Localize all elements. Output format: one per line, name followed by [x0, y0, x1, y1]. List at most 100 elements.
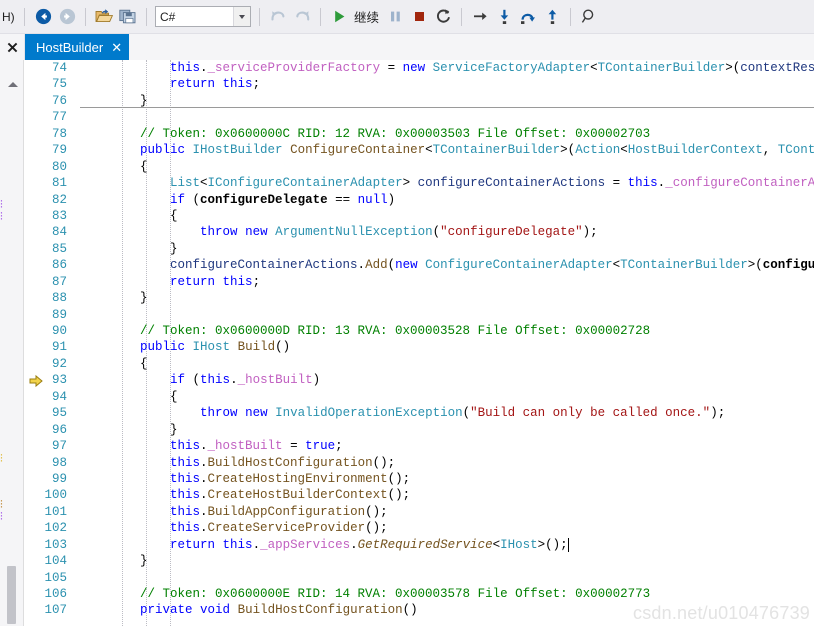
code-line-text[interactable]: this.CreateHostingEnvironment();: [80, 471, 410, 487]
code-line[interactable]: 102 this.CreateServiceProvider();: [25, 520, 814, 536]
code-line[interactable]: 81 List<IConfigureContainerAdapter> conf…: [25, 175, 814, 191]
code-line[interactable]: 103 return this._appServices.GetRequired…: [25, 537, 814, 553]
code-line[interactable]: 75 return this;: [25, 76, 814, 92]
code-line-text[interactable]: throw new InvalidOperationException("Bui…: [80, 405, 725, 421]
code-line-text[interactable]: throw new ArgumentNullException("configu…: [80, 224, 598, 240]
code-line[interactable]: 84 throw new ArgumentNullException("conf…: [25, 224, 814, 240]
code-line[interactable]: 86 configureContainerActions.Add(new Con…: [25, 257, 814, 273]
code-line-text[interactable]: List<IConfigureContainerAdapter> configu…: [80, 175, 814, 191]
code-line-text[interactable]: return this;: [80, 274, 260, 290]
undo-button[interactable]: [266, 5, 290, 29]
code-line[interactable]: 96 }: [25, 422, 814, 438]
tab-hostbuilder[interactable]: HostBuilder ✕: [25, 34, 130, 60]
code-line[interactable]: 80 {: [25, 159, 814, 175]
code-token: .: [252, 537, 261, 552]
code-line-text[interactable]: this.BuildAppConfiguration();: [80, 504, 388, 520]
code-line[interactable]: 99 this.CreateHostingEnvironment();: [25, 471, 814, 487]
code-line[interactable]: 98 this.BuildHostConfiguration();: [25, 455, 814, 471]
code-token: (: [185, 192, 201, 207]
code-line-text[interactable]: {: [80, 389, 178, 405]
code-line[interactable]: 89: [25, 307, 814, 323]
left-dock-panel[interactable]: ⫶ ⫶ ⫶ ⫶ ⫶: [0, 60, 24, 626]
code-token: (: [755, 258, 763, 273]
code-token: IHost: [500, 537, 538, 552]
code-line[interactable]: 94 {: [25, 389, 814, 405]
code-line[interactable]: 85 }: [25, 241, 814, 257]
continue-label[interactable]: 继续: [351, 7, 383, 26]
code-line-text[interactable]: }: [80, 241, 178, 257]
step-out-button[interactable]: [540, 5, 564, 29]
open-file-button[interactable]: [92, 5, 116, 29]
code-line-text[interactable]: }: [80, 290, 148, 306]
collapse-triangle-icon[interactable]: [8, 82, 18, 87]
code-line[interactable]: 107 private void BuildHostConfiguration(…: [25, 602, 814, 618]
quick-find-button[interactable]: [577, 5, 601, 29]
code-line[interactable]: 90 // Token: 0x0600000D RID: 13 RVA: 0x0…: [25, 323, 814, 339]
code-line-text[interactable]: this.CreateServiceProvider();: [80, 520, 388, 536]
left-dock-scrollbar-thumb[interactable]: [7, 566, 16, 624]
language-combobox[interactable]: C#: [155, 6, 251, 27]
code-line[interactable]: 93 if (this._hostBuilt): [25, 372, 814, 388]
code-token: ConfigureContainerAdapter: [425, 258, 613, 273]
code-line-text[interactable]: }: [80, 422, 178, 438]
redo-button[interactable]: [290, 5, 314, 29]
continue-button[interactable]: [327, 5, 351, 29]
code-line[interactable]: 74 this._serviceProviderFactory = new Se…: [25, 60, 814, 76]
code-line-text[interactable]: return this._appServices.GetRequiredServ…: [80, 537, 568, 553]
dock-close-button[interactable]: [0, 34, 25, 60]
code-line[interactable]: 87 return this;: [25, 274, 814, 290]
code-line-text[interactable]: configureContainerActions.Add(new Config…: [80, 257, 814, 273]
code-line-text[interactable]: this._serviceProviderFactory = new Servi…: [80, 60, 814, 76]
show-next-statement-button[interactable]: [468, 5, 492, 29]
code-editor[interactable]: 74 this._serviceProviderFactory = new Se…: [25, 60, 814, 626]
code-line-text[interactable]: return this;: [80, 76, 260, 92]
code-line-text[interactable]: public IHostBuilder ConfigureContainer<T…: [80, 142, 814, 158]
code-token: // Token: 0x0600000C RID: 12 RVA: 0x0000…: [80, 126, 651, 141]
code-line[interactable]: 79 public IHostBuilder ConfigureContaine…: [25, 142, 814, 158]
step-into-button[interactable]: [492, 5, 516, 29]
code-line[interactable]: 91 public IHost Build(): [25, 339, 814, 355]
code-line-text[interactable]: // Token: 0x0600000E RID: 14 RVA: 0x0000…: [80, 586, 650, 602]
code-line[interactable]: 97 this._hostBuilt = true;: [25, 438, 814, 454]
code-line[interactable]: 105: [25, 570, 814, 586]
code-line[interactable]: 78 // Token: 0x0600000C RID: 12 RVA: 0x0…: [25, 126, 814, 142]
code-line-text[interactable]: {: [80, 208, 178, 224]
code-line-text[interactable]: this._hostBuilt = true;: [80, 438, 343, 454]
code-line[interactable]: 100 this.CreateHostBuilderContext();: [25, 487, 814, 503]
code-line[interactable]: 77: [25, 109, 814, 125]
stop-debugging-button[interactable]: [407, 5, 431, 29]
code-token: BuildHostConfiguration: [207, 455, 373, 470]
code-line[interactable]: 92 {: [25, 356, 814, 372]
break-all-button[interactable]: [383, 5, 407, 29]
code-line-text[interactable]: public IHost Build(): [80, 339, 290, 355]
code-line[interactable]: 95 throw new InvalidOperationException("…: [25, 405, 814, 421]
code-line[interactable]: 88 }: [25, 290, 814, 306]
code-line[interactable]: 106 // Token: 0x0600000E RID: 14 RVA: 0x…: [25, 586, 814, 602]
code-line-text[interactable]: this.CreateHostBuilderContext();: [80, 487, 410, 503]
restart-button[interactable]: [431, 5, 455, 29]
code-line-text[interactable]: this.BuildHostConfiguration();: [80, 455, 395, 471]
code-token: this: [170, 439, 201, 454]
code-line[interactable]: 82 if (configureDelegate == null): [25, 192, 814, 208]
navigate-backward-button[interactable]: [31, 5, 55, 29]
code-line[interactable]: 101 this.BuildAppConfiguration();: [25, 504, 814, 520]
code-line[interactable]: 83 {: [25, 208, 814, 224]
code-line-text[interactable]: }: [80, 553, 148, 569]
code-line-text[interactable]: if (configureDelegate == null): [80, 192, 395, 208]
code-line-text[interactable]: private void BuildHostConfiguration(): [80, 602, 418, 618]
language-combobox-arrow[interactable]: [233, 7, 250, 26]
tab-close-icon[interactable]: ✕: [111, 41, 122, 54]
step-over-button[interactable]: [516, 5, 540, 29]
code-token: this: [170, 455, 201, 470]
code-line-text[interactable]: if (this._hostBuilt): [80, 372, 320, 388]
code-line-text[interactable]: // Token: 0x0600000C RID: 12 RVA: 0x0000…: [80, 126, 650, 142]
code-line-text[interactable]: // Token: 0x0600000D RID: 13 RVA: 0x0000…: [80, 323, 650, 339]
code-line[interactable]: 104 }: [25, 553, 814, 569]
navigate-forward-button[interactable]: [55, 5, 79, 29]
code-line-text[interactable]: {: [80, 159, 148, 175]
code-text-area[interactable]: 74 this._serviceProviderFactory = new Se…: [25, 60, 814, 626]
save-all-button[interactable]: [116, 5, 140, 29]
code-line-text[interactable]: {: [80, 356, 148, 372]
